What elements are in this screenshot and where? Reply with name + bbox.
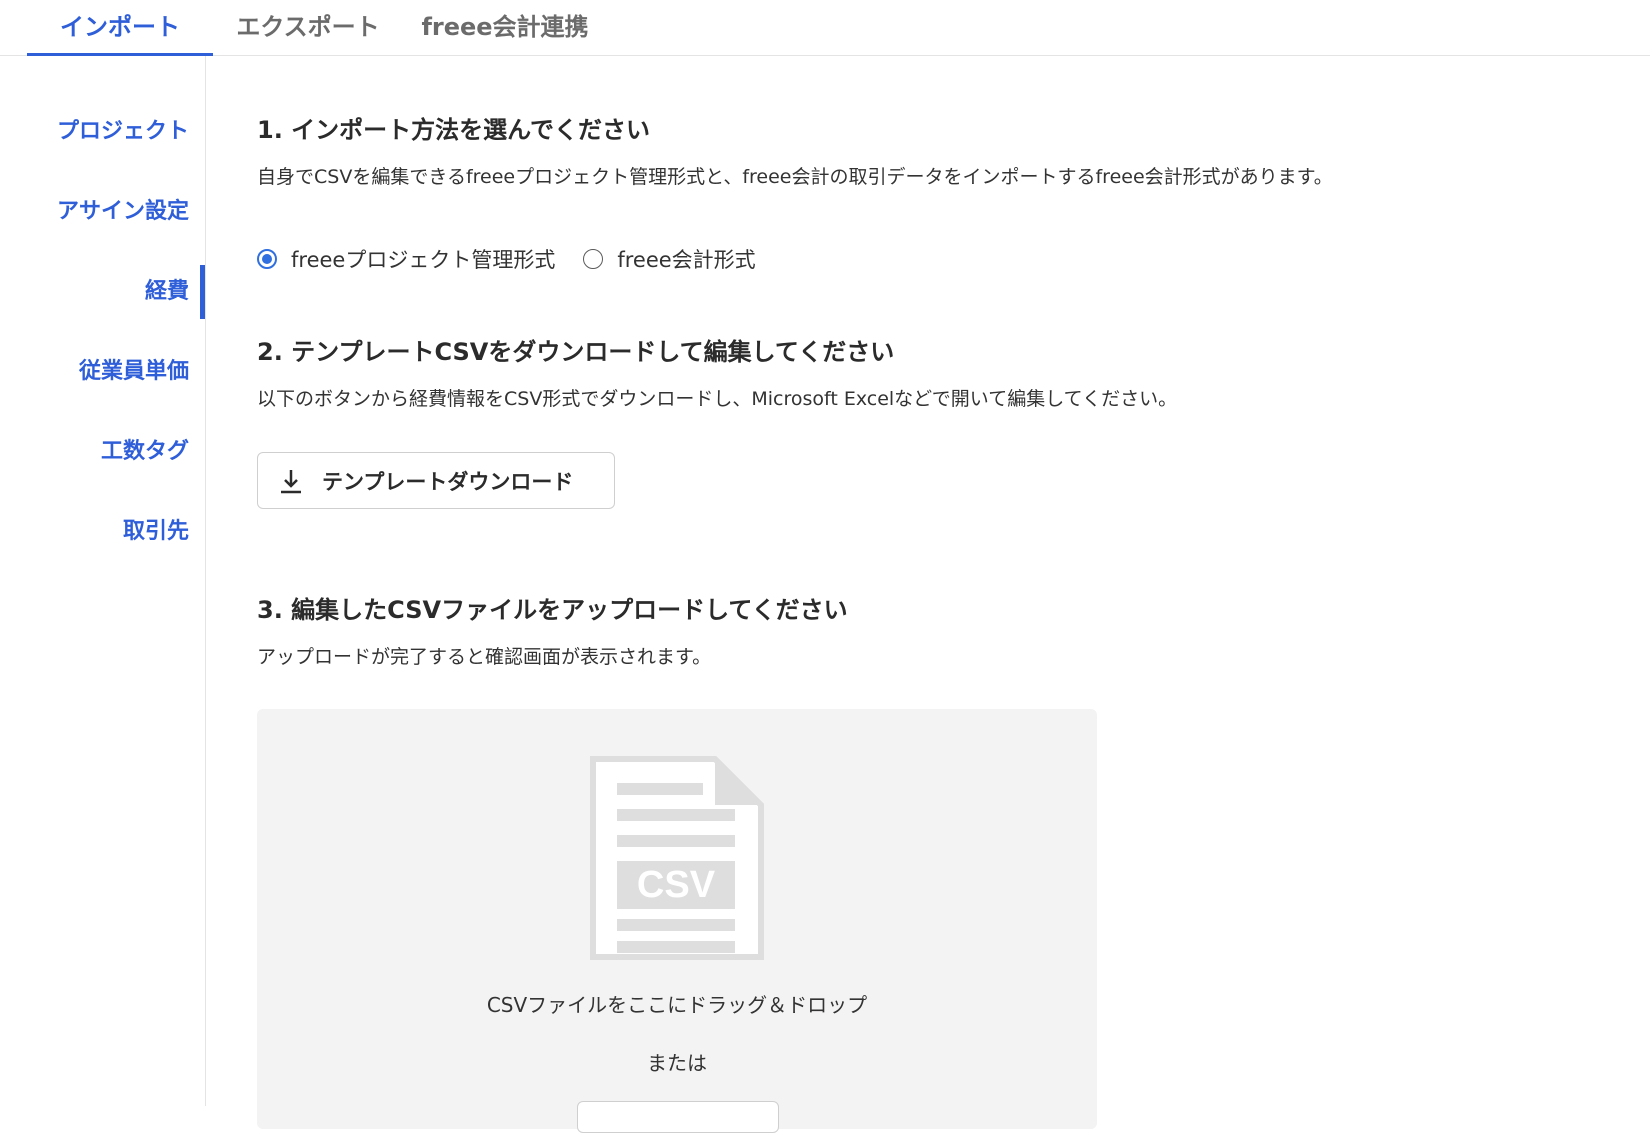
- sidebar-item-clients[interactable]: 取引先: [123, 512, 189, 552]
- step1-description: 自身でCSVを編集できるfreeeプロジェクト管理形式と、freee会計の取引デ…: [257, 166, 1333, 188]
- sidebar: プロジェクト アサイン設定 経費 従業員単価 工数タグ 取引先: [0, 56, 206, 1106]
- radio-label-freee-accounting-format[interactable]: freee会計形式: [617, 244, 755, 274]
- tab-import[interactable]: インポート: [27, 0, 213, 56]
- radio-freee-accounting-format[interactable]: [583, 249, 604, 269]
- tab-freee-accounting[interactable]: freee会計連携: [410, 0, 600, 55]
- import-method-radio-group: freeeプロジェクト管理形式 freee会計形式: [257, 244, 784, 274]
- tab-export[interactable]: エクスポート: [220, 0, 396, 55]
- csv-illustration-text: CSV: [637, 864, 716, 906]
- csv-dropzone[interactable]: CSV CSVファイルをここにドラッグ＆ドロップ または: [257, 709, 1097, 1133]
- download-icon: [281, 469, 301, 493]
- sidebar-item-work-tags[interactable]: 工数タグ: [101, 432, 189, 472]
- step2-heading: 2. テンプレートCSVをダウンロードして編集してください: [257, 338, 895, 366]
- top-tab-bar: インポート エクスポート freee会計連携: [0, 0, 1650, 56]
- sidebar-item-project[interactable]: プロジェクト: [57, 112, 189, 152]
- template-download-label: テンプレートダウンロード: [322, 469, 574, 494]
- dropzone-or-text: または: [647, 1051, 707, 1075]
- step3-description: アップロードが完了すると確認画面が表示されます。: [257, 646, 712, 668]
- csv-file-icon: CSV: [590, 756, 764, 960]
- sidebar-item-expenses[interactable]: 経費: [145, 265, 206, 319]
- step1-heading: 1. インポート方法を選んでください: [257, 116, 650, 144]
- dropzone-drag-text: CSVファイルをここにドラッグ＆ドロップ: [486, 993, 868, 1017]
- radio-label-freee-project-format[interactable]: freeeプロジェクト管理形式: [291, 244, 555, 274]
- sidebar-item-employee-rate[interactable]: 従業員単価: [79, 352, 189, 392]
- radio-freee-project-format[interactable]: [257, 249, 277, 269]
- sidebar-item-assign-settings[interactable]: アサイン設定: [57, 192, 189, 232]
- step3-heading: 3. 編集したCSVファイルをアップロードしてください: [257, 596, 848, 624]
- template-download-button[interactable]: テンプレートダウンロード: [257, 452, 615, 509]
- step2-description: 以下のボタンから経費情報をCSV形式でダウンロードし、Microsoft Exc…: [257, 388, 1178, 410]
